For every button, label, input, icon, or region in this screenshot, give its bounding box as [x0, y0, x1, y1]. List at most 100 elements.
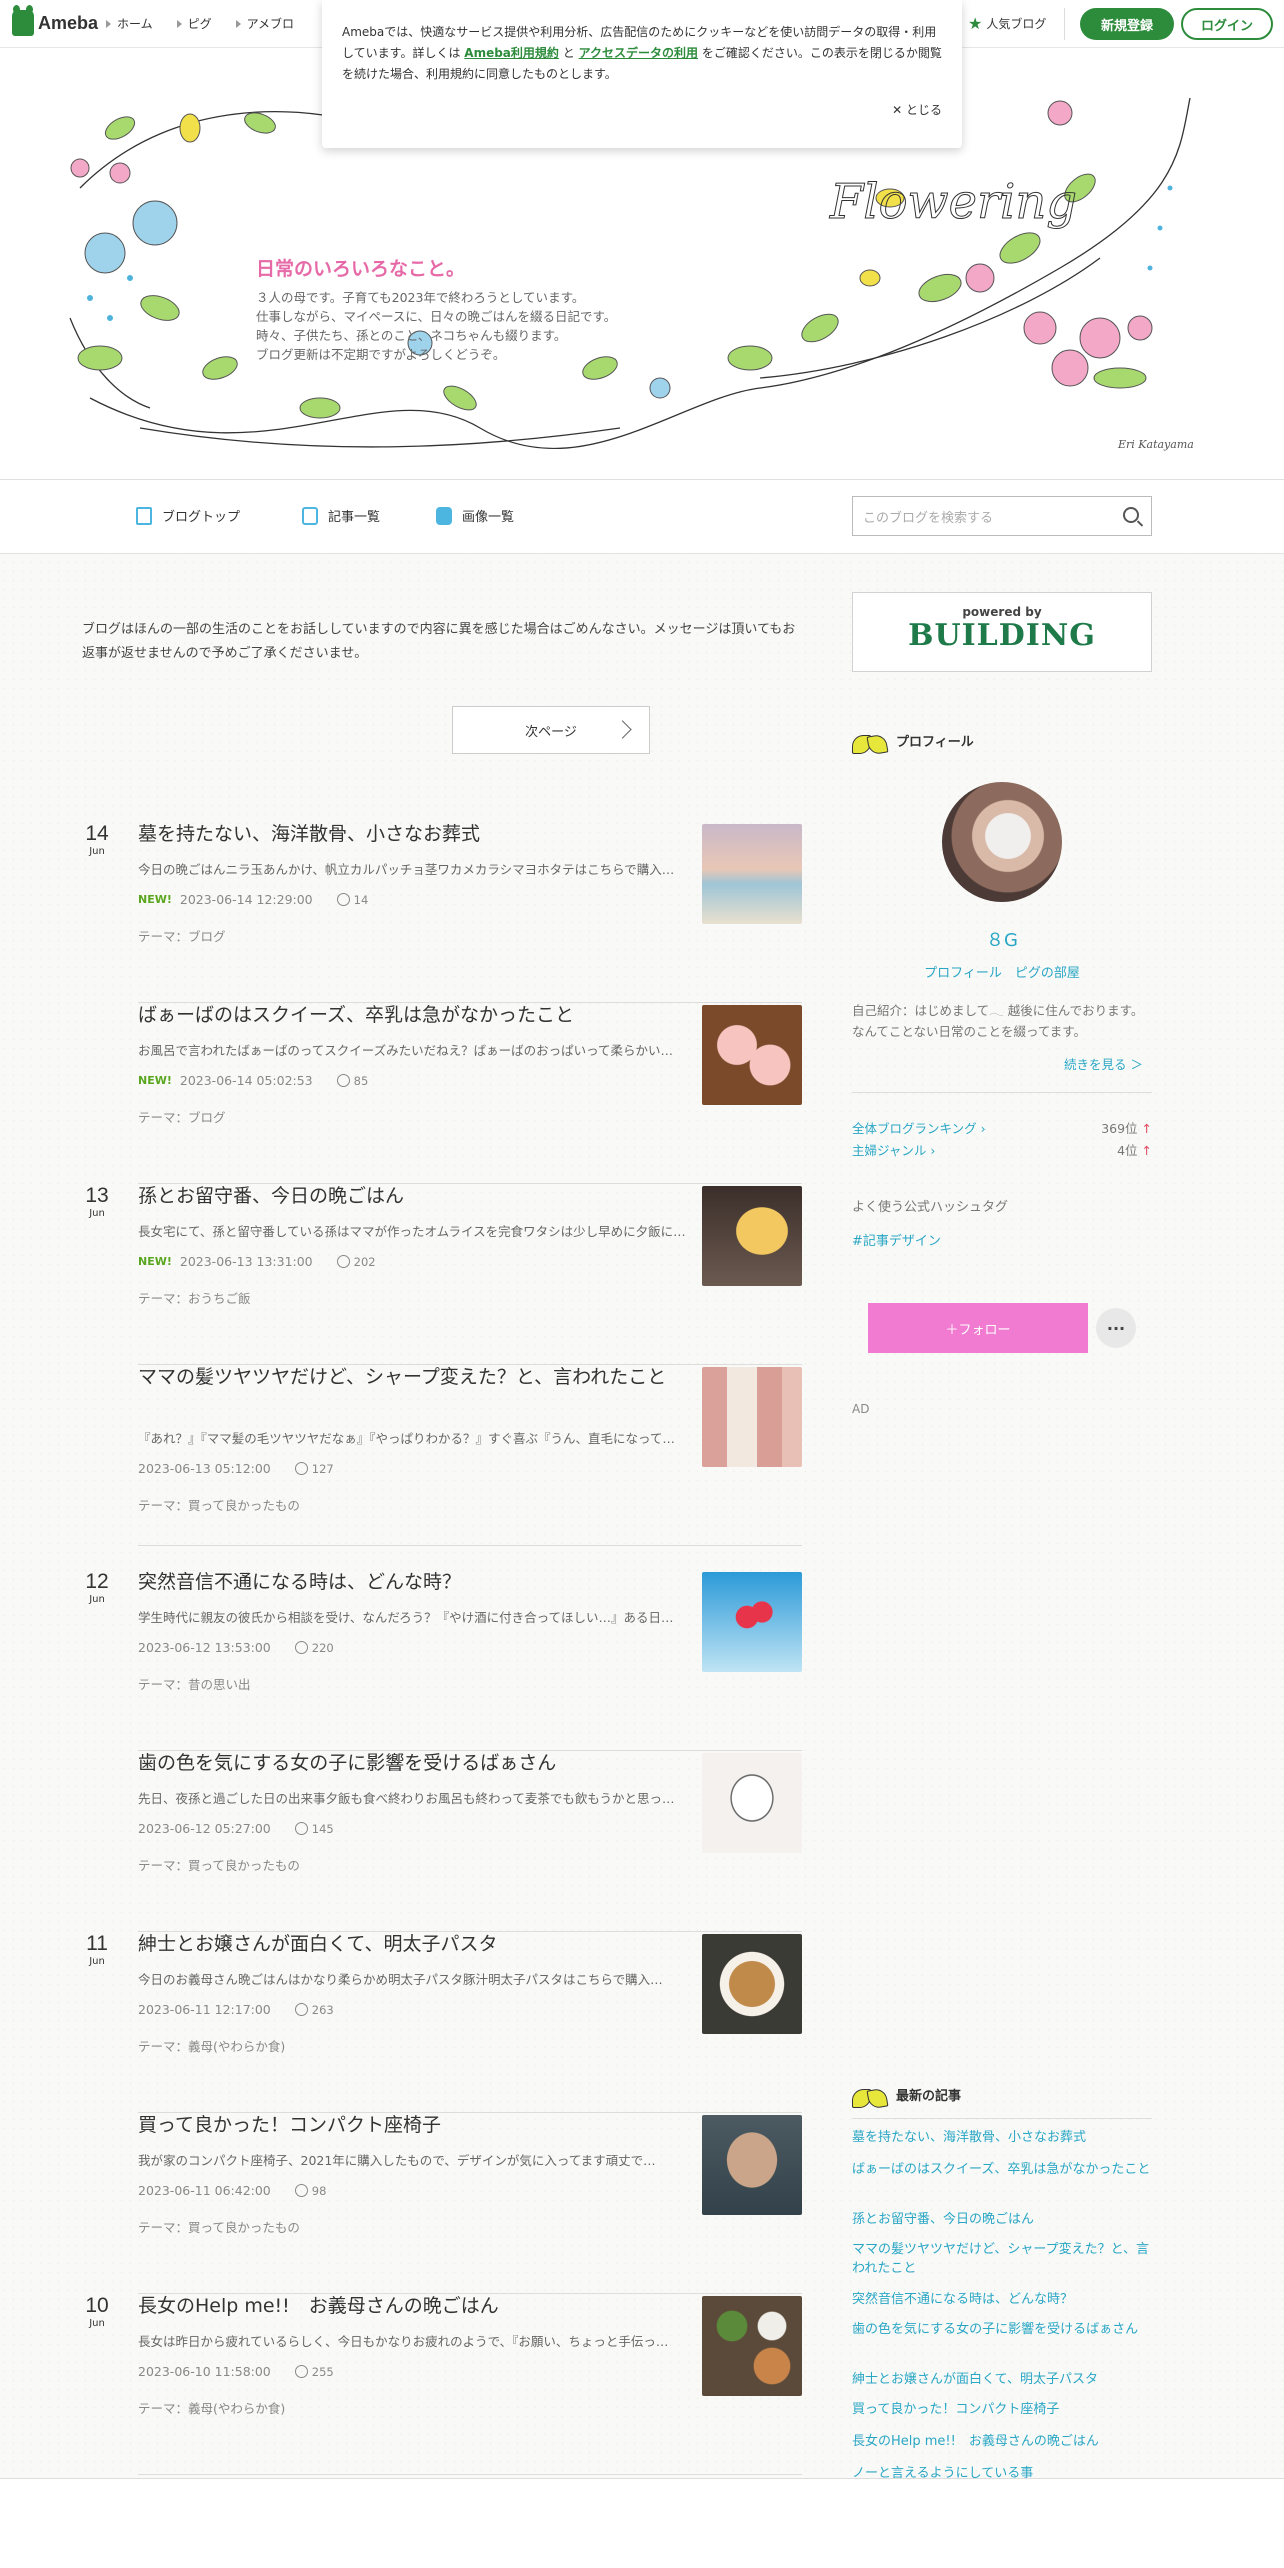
- latest-article-link[interactable]: 歯の色を気にする女の子に影響を受けるばぁさん: [852, 2320, 1152, 2339]
- profile-links[interactable]: プロフィール ピグの部屋: [852, 962, 1152, 981]
- article-title[interactable]: 歯の色を気にする女の子に影響を受けるばぁさん: [138, 1751, 678, 1776]
- article-thumbnail[interactable]: [702, 2296, 802, 2396]
- latest-article-link[interactable]: ママの髪ツヤツヤだけど、シャープ変えた？と、言われたこと: [852, 2240, 1152, 2278]
- article-title[interactable]: 紳士とお嬢さんが面白くて、明太子パスタ: [138, 1932, 678, 1957]
- search-icon[interactable]: [1123, 507, 1139, 523]
- article-entry: 10 Jun 長女のHelp me!! お義母さんの晩ごはん 長女は昨日から疲れている…: [0, 2294, 810, 2475]
- likes-count[interactable]: 14: [336, 893, 368, 907]
- likes-value: 127: [311, 1461, 334, 1476]
- article-theme[interactable]: テーマ：義母(やわらか食): [138, 2036, 285, 2055]
- likes-count[interactable]: 145: [294, 1821, 334, 1836]
- article-theme[interactable]: テーマ：義母(やわらか食): [138, 2398, 285, 2417]
- popular-blog-link[interactable]: ★ 人気ブログ: [968, 14, 1046, 33]
- article-excerpt: 我が家のコンパクト座椅子、2021年に購入したもので、デザインが気に入ってます頑…: [138, 2153, 656, 2168]
- next-page-button[interactable]: 次ページ: [452, 706, 650, 754]
- ameba-logo[interactable]: Ameba: [12, 5, 98, 36]
- ranking-overall[interactable]: 全体ブログランキング › 369位: [852, 1118, 1152, 1137]
- article-thumbnail[interactable]: [702, 1005, 802, 1105]
- latest-article-link[interactable]: ばぁーばのはスクイーズ、卒乳は急がなかったこと: [852, 2160, 1152, 2179]
- latest-article-link[interactable]: 孫とお留守番、今日の晩ごはん: [852, 2210, 1152, 2229]
- blog-description-line: ブログ更新は不定期ですがよろしくどうぞ。: [256, 347, 506, 362]
- article-title[interactable]: 長女のHelp me!! お義母さんの晩ごはん: [138, 2294, 678, 2319]
- likes-count[interactable]: 220: [294, 1641, 334, 1655]
- nav-image-list[interactable]: 画像一覧: [436, 506, 514, 525]
- follow-button[interactable]: ＋フォロー: [868, 1303, 1088, 1353]
- likes-count[interactable]: 98: [294, 2184, 326, 2198]
- login-button[interactable]: ログイン: [1181, 8, 1273, 40]
- global-nav-pigg[interactable]: ピグ: [177, 15, 212, 32]
- latest-article-link[interactable]: ノーと言えるようにしている事: [852, 2464, 1152, 2478]
- nav-entry-list[interactable]: 記事一覧: [302, 506, 380, 525]
- latest-article-link[interactable]: 長女のHelp me!! お義母さんの晩ごはん: [852, 2432, 1152, 2451]
- blog-description-line: 時々、子供たち、孫とのこと、ネコちゃんも綴ります。: [256, 328, 567, 343]
- blog-title[interactable]: 日常のいろいろなこと。: [256, 254, 465, 281]
- terms-link[interactable]: Ameba利用規約: [464, 46, 559, 60]
- article-title[interactable]: 突然音信不通になる時は、どんな時？: [138, 1570, 678, 1595]
- article-theme[interactable]: テーマ：おうちご飯: [138, 1288, 251, 1307]
- latest-article-link[interactable]: 買って良かった！コンパクト座椅子: [852, 2400, 1152, 2419]
- blog-nav: ブログトップ 記事一覧 画像一覧 このブログを検索する: [0, 480, 1284, 554]
- article-entry: 11 Jun 紳士とお嬢さんが面白くて、明太子パスタ 今日のお義母さん晩ごはんはかなり…: [0, 1932, 810, 2113]
- article-theme[interactable]: テーマ：ブログ: [138, 1107, 226, 1126]
- article-theme[interactable]: テーマ：ブログ: [138, 926, 226, 945]
- article-thumbnail[interactable]: [702, 1186, 802, 1286]
- article-title[interactable]: 墓を持たない、海洋散骨、小さなお葬式: [138, 822, 678, 847]
- article-theme[interactable]: テーマ：買って良かったもの: [138, 1855, 300, 1874]
- article-meta: 2023-06-13 05:12:00 127: [138, 1461, 334, 1476]
- likes-count[interactable]: 127: [294, 1461, 334, 1476]
- register-button[interactable]: 新規登録: [1080, 8, 1174, 40]
- hashtag-link[interactable]: #記事デザイン: [852, 1230, 941, 1249]
- blog-search-input[interactable]: このブログを検索する: [852, 496, 1152, 536]
- article-thumbnail[interactable]: [702, 1367, 802, 1467]
- article-thumbnail[interactable]: [702, 824, 802, 924]
- article-excerpt: 『あれ？』『ママ髪の毛ツヤツヤだなぁ』『やっぱりわかる？』すぐ喜ぶ『うん、直毛に…: [138, 1431, 675, 1446]
- star-icon: ★: [968, 14, 983, 33]
- cookie-close-button[interactable]: ✕ とじる: [892, 100, 942, 121]
- article-thumbnail[interactable]: [702, 1753, 802, 1853]
- global-nav-ameblo[interactable]: アメブロ: [236, 15, 294, 32]
- divider: [852, 2118, 1152, 2119]
- article-month: Jun: [89, 1956, 105, 1967]
- cookie-banner: Amebaでは、快適なサービス提供や利用分析、広告配信のためにクッキーなどを使い…: [322, 0, 962, 148]
- article-meta: NEW! 2023-06-13 13:31:00 202: [138, 1254, 376, 1269]
- header-art-word: Flowering: [829, 174, 1077, 230]
- building-ad-banner[interactable]: powered by BUILDING: [852, 592, 1152, 672]
- article-title[interactable]: ばぁーばのはスクイーズ、卒乳は急がなかったこと: [138, 1003, 678, 1028]
- likes-count[interactable]: 85: [336, 1074, 368, 1088]
- article-title[interactable]: ママの髪ツヤツヤだけど、シャープ変えた？と、言われたこと: [138, 1365, 678, 1390]
- profile-heading: プロフィール: [852, 726, 974, 754]
- likes-count[interactable]: 255: [294, 2364, 334, 2379]
- article-theme[interactable]: テーマ：昔の思い出: [138, 1674, 251, 1693]
- latest-article-link[interactable]: 墓を持たない、海洋散骨、小さなお葬式: [852, 2128, 1152, 2147]
- article-theme[interactable]: テーマ：買って良かったもの: [138, 2217, 300, 2236]
- latest-heading-label: 最新の記事: [896, 2088, 962, 2104]
- article-entry: 14 Jun 墓を持たない、海洋散骨、小さなお葬式 今日の晩ごはんニラ玉あんかけ、帆立…: [0, 822, 810, 1003]
- profile-name[interactable]: ８G: [852, 926, 1152, 952]
- likes-count[interactable]: 263: [294, 2002, 334, 2017]
- likes-count[interactable]: 202: [336, 1255, 376, 1269]
- article-theme[interactable]: テーマ：買って良かったもの: [138, 1495, 300, 1514]
- article-title[interactable]: 買って良かった！コンパクト座椅子: [138, 2113, 678, 2138]
- latest-article-link[interactable]: 紳士とお嬢さんが面白くて、明太子パスタ: [852, 2370, 1152, 2389]
- likes-value: 255: [311, 2364, 334, 2379]
- article-thumbnail[interactable]: [702, 1572, 802, 1672]
- article-thumbnail[interactable]: [702, 2115, 802, 2215]
- likes-value: 145: [311, 1821, 334, 1836]
- more-menu-button[interactable]: ···: [1096, 1308, 1136, 1348]
- global-nav-home[interactable]: ホーム: [106, 15, 153, 32]
- read-more-link[interactable]: 続きを見る ＞: [1064, 1054, 1143, 1073]
- global-nav: ホーム ピグ アメブロ: [106, 15, 294, 32]
- artist-signature: Eri Katayama: [1118, 438, 1194, 451]
- article-month: Jun: [89, 846, 105, 857]
- article-thumbnail[interactable]: [702, 1934, 802, 2034]
- article-day: 13: [85, 1184, 109, 1207]
- article-title[interactable]: 孫とお留守番、今日の晩ごはん: [138, 1184, 678, 1209]
- access-data-link[interactable]: アクセスデータの利用: [579, 46, 698, 60]
- profile-avatar[interactable]: [942, 782, 1062, 902]
- smile-icon: [294, 2365, 308, 2378]
- nav-blog-top[interactable]: ブログトップ: [136, 506, 240, 525]
- ranking-genre[interactable]: 主婦ジャンル › 4位: [852, 1140, 1152, 1159]
- smile-icon: [294, 2003, 308, 2016]
- likes-value: 263: [311, 2002, 334, 2017]
- latest-article-link[interactable]: 突然音信不通になる時は、どんな時？: [852, 2290, 1152, 2309]
